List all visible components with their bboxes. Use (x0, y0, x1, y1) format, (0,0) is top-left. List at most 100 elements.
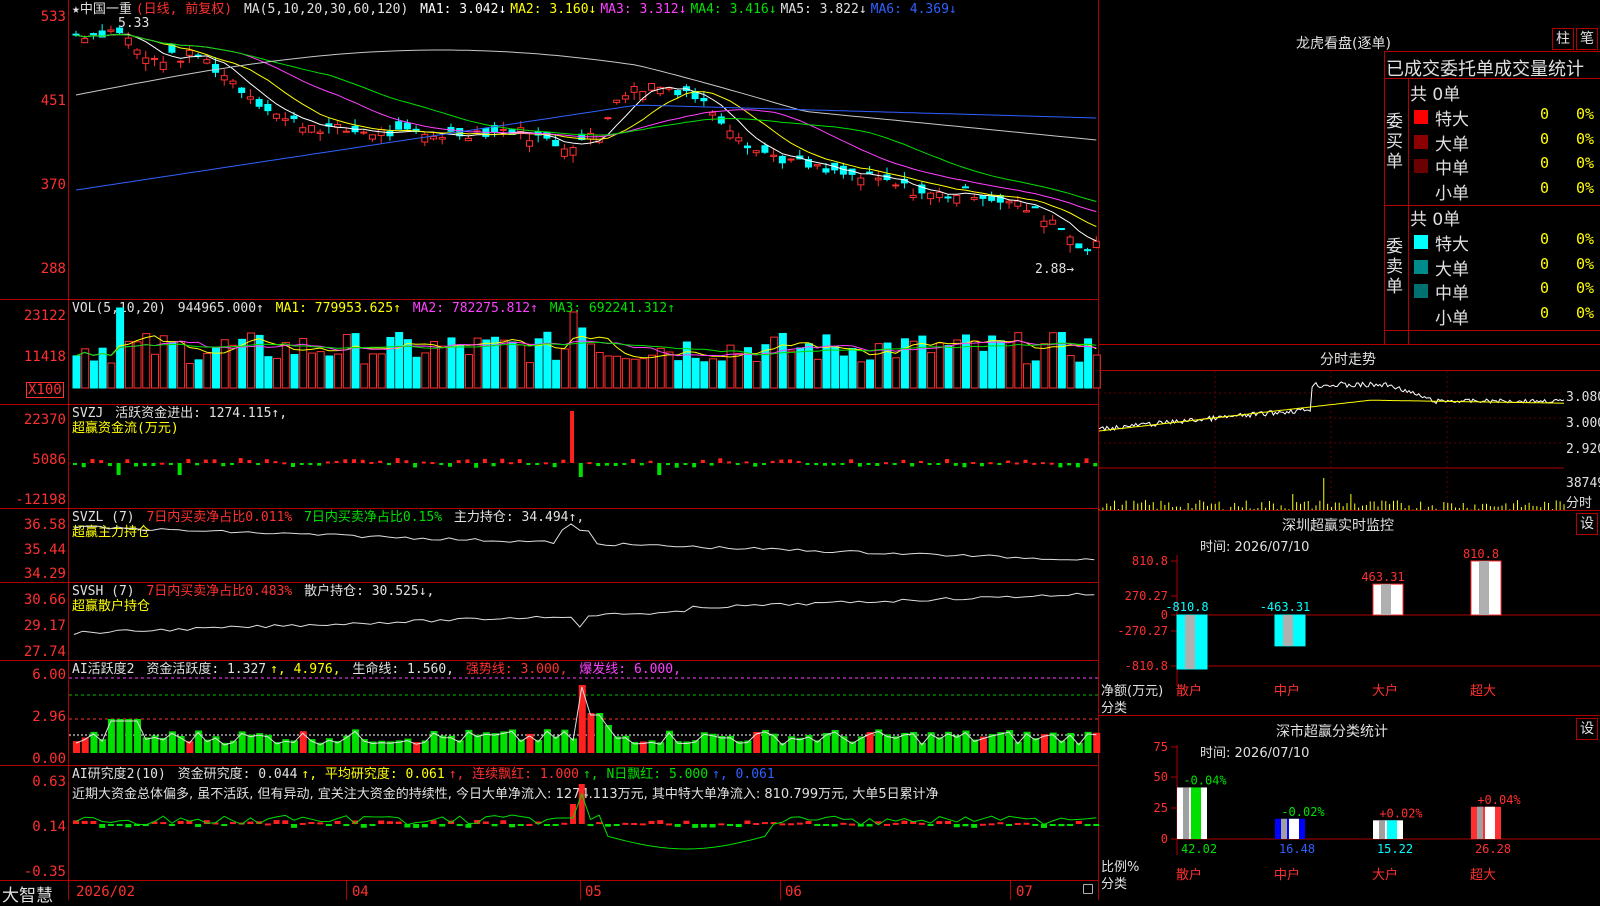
svzj-bar (203, 459, 208, 463)
candle-body (72, 33, 80, 36)
ai-active-bar (247, 734, 255, 753)
candle-body (403, 122, 411, 130)
svzj-bar (151, 463, 156, 467)
candle-body (203, 59, 211, 64)
vol-unit-label[interactable]: X100 (26, 382, 64, 398)
stat-pct: 0% (1576, 178, 1595, 197)
ai-research-bar (892, 822, 899, 825)
monitor-settings-button[interactable]: 设 (1576, 513, 1598, 535)
svzj-y-label: 5086 (32, 452, 66, 468)
ai-research-bar (552, 824, 559, 826)
ai-research-bar (491, 824, 498, 827)
brand-logo[interactable]: 大智慧 (2, 881, 53, 906)
ai-research-bar (195, 824, 202, 827)
svzj-bar (73, 463, 77, 465)
candle-body (150, 57, 158, 60)
ai-research-bar (1032, 824, 1039, 826)
ai-active-chart[interactable] (69, 661, 1101, 765)
monitor-value-label: 810.8 (1463, 547, 1499, 561)
ai-research-bar (953, 824, 960, 828)
intraday-chart[interactable] (1098, 371, 1565, 510)
candlestick-chart[interactable] (69, 0, 1100, 299)
svzj-bar (526, 463, 531, 465)
svzj-bar (299, 463, 304, 465)
volume-bar (752, 360, 761, 389)
ai-research-bar (81, 820, 88, 824)
class-chart[interactable]: 75 50 25 0 -0.04% 42.02 散户 -0.02% 16.48 中户 +0.02% 1… (1099, 740, 1600, 900)
svzj-bar (413, 463, 418, 468)
ai-research-bar (822, 824, 829, 826)
svzj-bar (971, 462, 976, 465)
ai-active-bar (1093, 732, 1101, 753)
candle-body (761, 145, 769, 153)
buy-label: 委买单 (1386, 112, 1403, 172)
volume-bar (1075, 361, 1084, 389)
volume-bar (822, 334, 831, 389)
candle-body (1031, 206, 1039, 209)
ai-research-bar (814, 824, 821, 826)
candle-body (273, 113, 281, 119)
svzj-bar (1040, 462, 1045, 465)
volume-bar (988, 335, 997, 389)
svzj-bar (665, 463, 670, 465)
svzj-bar (744, 461, 749, 464)
ai-research-chart[interactable] (69, 766, 1100, 880)
ai-research-bar (979, 823, 986, 826)
candle-body (1075, 243, 1083, 249)
svzl-y-label: 34.29 (23, 566, 66, 582)
volume-bar (264, 356, 273, 389)
svzj-chart[interactable] (69, 405, 1098, 508)
bar-mode-button[interactable]: 柱 (1552, 28, 1574, 50)
svzj-bar (1067, 463, 1072, 466)
volume-bar (456, 345, 465, 389)
ai-research-bar (1014, 823, 1021, 826)
volume-bar (770, 336, 779, 389)
class-value-label: 15.22 (1377, 842, 1413, 856)
candle-body (499, 128, 507, 131)
monitor-title: 深圳超赢实时监控 (1282, 518, 1394, 534)
monitor-chart[interactable]: 810.8270.270-270.27-810.8-810.8散户-463.31… (1099, 547, 1600, 715)
svzl-chart[interactable] (69, 509, 1098, 582)
svzj-bar (692, 463, 697, 468)
volume-bar (72, 355, 81, 389)
monitor-value-label: 463.31 (1361, 570, 1404, 584)
svzj-bar (360, 459, 365, 463)
candle-body (1023, 210, 1031, 213)
legend-swatch (1414, 284, 1428, 298)
tick-mode-button[interactable]: 笔 (1576, 28, 1598, 50)
svzj-bar (465, 459, 470, 463)
candle-body (299, 127, 307, 133)
volume-bar (587, 343, 595, 389)
lock-icon[interactable] (1083, 884, 1093, 894)
volume-bar (203, 353, 212, 389)
ai-research-bar (683, 820, 690, 824)
volume-chart[interactable] (69, 300, 1101, 404)
x-tick: 05 (585, 884, 602, 900)
stat-count: 0 (1540, 129, 1550, 148)
candle-body (1005, 200, 1013, 204)
stat-pct: 0% (1576, 254, 1595, 273)
class-bar-stripe (1289, 818, 1299, 839)
x-tick-mark (346, 880, 347, 900)
volume-bar (368, 353, 377, 389)
ai-active-bar (718, 736, 726, 753)
x-tick: 06 (785, 884, 802, 900)
monitor-bar-shade (1283, 615, 1293, 646)
ai-research-bar (526, 823, 533, 826)
volume-bar (377, 353, 386, 389)
svsh-y-label: 29.17 (23, 618, 66, 634)
class-bar-shade (1379, 820, 1385, 839)
monitor-y-tick: -270.27 (1117, 624, 1168, 638)
candle-body (307, 125, 315, 133)
volume-bar (892, 357, 901, 389)
svsh-chart[interactable] (69, 583, 1098, 660)
ai-research-bar (456, 824, 463, 826)
candle-body (264, 103, 272, 112)
stats-bottom-line (1384, 330, 1600, 331)
ai-active-bar (439, 735, 447, 753)
svzj-bar (1023, 459, 1028, 463)
class-settings-button[interactable]: 设 (1576, 718, 1598, 740)
volume-bar (229, 344, 238, 389)
candle-body (813, 164, 821, 167)
ai-active-bar (474, 734, 482, 753)
